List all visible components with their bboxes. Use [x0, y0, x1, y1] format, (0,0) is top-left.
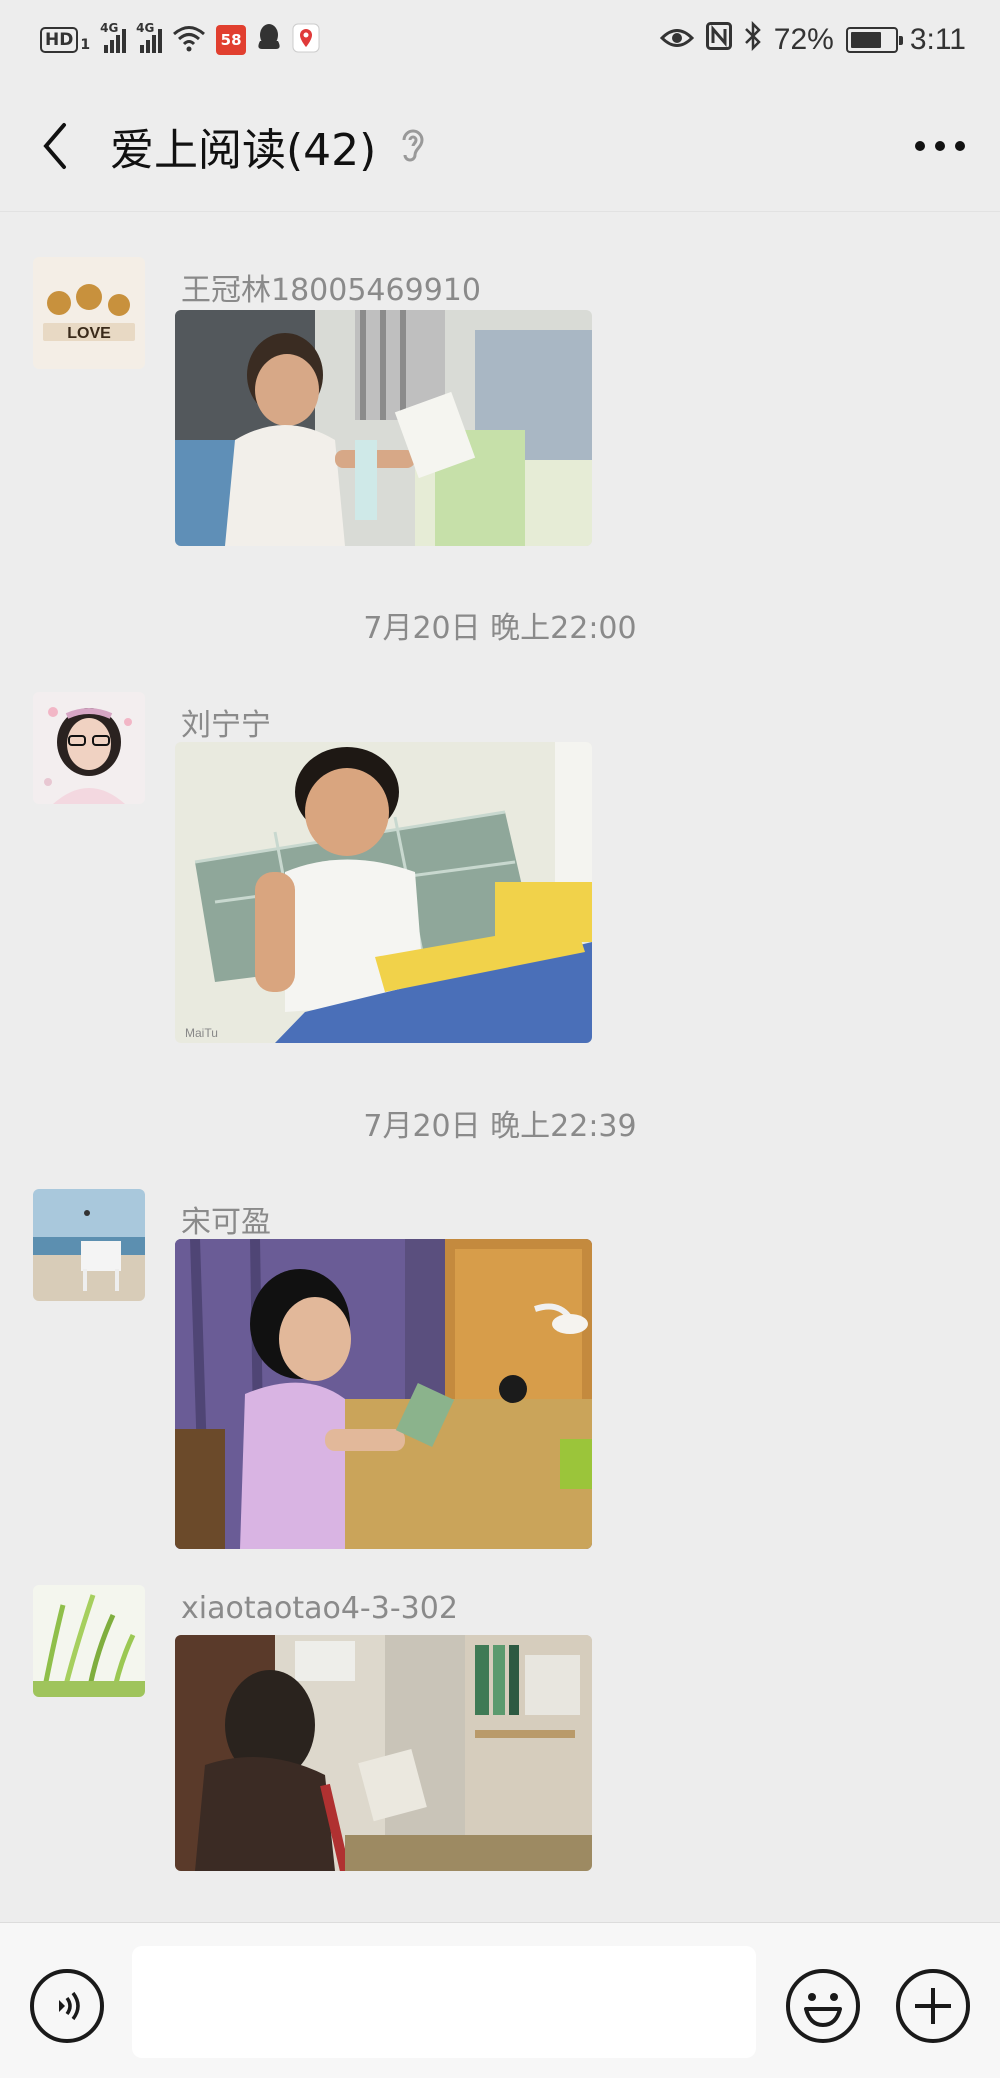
chat-header: 爱上阅读(42) [0, 80, 1000, 212]
photo-girl-reading-at-desk-icon [175, 1239, 592, 1549]
image-message[interactable] [175, 310, 592, 546]
status-bar-right: 72% 3:11 [659, 20, 966, 59]
battery-fill [850, 32, 882, 48]
dot [955, 140, 965, 151]
wifi-icon [172, 24, 206, 57]
image-message[interactable] [175, 1635, 592, 1871]
dot [915, 140, 925, 151]
image-message[interactable]: MaiTu [175, 742, 592, 1043]
signal-2-tag: 4G [136, 21, 155, 35]
svg-text:LOVE: LOVE [67, 325, 111, 342]
timestamp: 7月20日 晚上22:00 [363, 611, 637, 646]
more-features-button[interactable] [896, 1969, 970, 2043]
avatar[interactable] [33, 692, 145, 804]
clock: 3:11 [909, 23, 966, 56]
app-58-icon: 58 [216, 25, 247, 55]
grass-avatar-icon [33, 1585, 145, 1697]
avatar[interactable] [33, 1585, 145, 1697]
signal-2-icon: 4G [136, 21, 163, 53]
smiley-icon [804, 1993, 842, 2027]
qq-icon [256, 23, 282, 58]
timestamp: 7月20日 晚上22:39 [363, 1109, 637, 1144]
battery-icon [845, 27, 903, 53]
sender-name: 王冠林18005469910 [181, 273, 481, 308]
chat-input-bar [0, 1922, 1000, 2078]
voice-icon [59, 1991, 80, 2021]
status-bar-left: HD 1 4G 4G 58 [40, 21, 320, 58]
status-bar: HD 1 4G 4G 58 72% 3:11 [0, 0, 1000, 80]
location-app-icon [292, 23, 320, 58]
bluetooth-icon [744, 20, 762, 59]
signal-1-icon: 4G [100, 21, 127, 53]
woman-portrait-avatar-icon [33, 692, 145, 804]
avatar[interactable] [33, 1189, 145, 1301]
more-options-button[interactable] [880, 80, 1000, 212]
sim-index: 1 [80, 37, 91, 53]
signal-1-tag: 4G [100, 21, 119, 35]
beach-avatar-icon [33, 1189, 145, 1301]
chevron-left-icon [43, 122, 66, 169]
bears-love-avatar-icon: LOVE [33, 257, 145, 369]
photo-boy-reading-on-bed-icon: MaiTu [175, 742, 592, 1043]
nfc-icon [705, 22, 732, 58]
message-input[interactable] [132, 1946, 756, 2058]
sender-name: 刘宁宁 [181, 708, 271, 743]
eye-icon [659, 23, 694, 57]
earpiece-mode-icon [396, 126, 426, 166]
voice-input-button[interactable] [30, 1969, 104, 2043]
battery-percent: 72% [773, 23, 834, 56]
hd-indicator: HD [40, 27, 79, 53]
plus-icon [915, 1988, 951, 2024]
image-message[interactable] [175, 1239, 592, 1549]
chat-title: 爱上阅读(42) [110, 124, 377, 176]
sender-name: xiaotaotao4-3-302 [181, 1591, 458, 1626]
dot [935, 140, 945, 151]
avatar[interactable]: LOVE [33, 257, 145, 369]
emoji-button[interactable] [786, 1969, 860, 2043]
svg-text:MaiTu: MaiTu [185, 1026, 218, 1040]
sender-name: 宋可盈 [181, 1205, 271, 1240]
photo-girl-reading-by-bookshelf-icon [175, 1635, 592, 1871]
photo-boy-reading-at-desk-icon [175, 310, 592, 546]
back-button[interactable] [0, 80, 110, 212]
